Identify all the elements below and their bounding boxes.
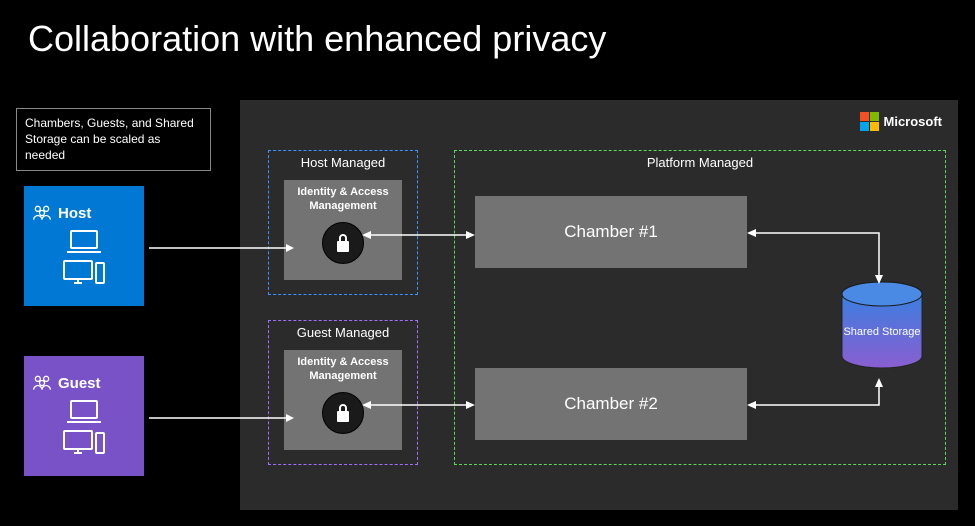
lock-icon: [322, 392, 364, 434]
host-managed-box: Host Managed Identity & Access Managemen…: [268, 150, 418, 295]
guest-iam-label: Identity & Access Management: [284, 356, 402, 384]
microsoft-logo: Microsoft: [860, 112, 943, 131]
desktop-icon: [60, 428, 108, 458]
host-label: Host: [58, 205, 91, 222]
lock-icon: [322, 222, 364, 264]
scale-note: Chambers, Guests, and Shared Storage can…: [16, 108, 211, 171]
arrow-host-to-iam: [144, 243, 294, 253]
host-managed-title: Host Managed: [301, 155, 386, 170]
people-icon: [32, 204, 52, 222]
chamber-2: Chamber #2: [475, 368, 747, 440]
platform-title: Platform Managed: [455, 155, 945, 170]
laptop-icon: [63, 228, 105, 256]
arrow-guest-to-iam: [144, 413, 294, 423]
guest-managed-title: Guest Managed: [297, 325, 390, 340]
host-iam-label: Identity & Access Management: [284, 186, 402, 214]
host-party: Host: [24, 186, 144, 306]
arrow-chamber1-storage: [747, 226, 887, 286]
guest-label: Guest: [58, 375, 101, 392]
storage-label: Shared Storage: [838, 326, 926, 339]
page-title: Collaboration with enhanced privacy: [28, 18, 606, 60]
arrow-iam-chamber2: [362, 398, 475, 412]
people-icon: [32, 374, 52, 392]
desktop-icon: [60, 258, 108, 288]
guest-managed-box: Guest Managed Identity & Access Manageme…: [268, 320, 418, 465]
arrow-chamber2-storage: [747, 378, 887, 412]
brand-name: Microsoft: [884, 114, 943, 129]
arrow-iam-chamber1: [362, 228, 475, 242]
guest-party: Guest: [24, 356, 144, 476]
shared-storage: Shared Storage: [838, 280, 926, 380]
chamber-1: Chamber #1: [475, 196, 747, 268]
microsoft-icon: [860, 112, 879, 131]
laptop-icon: [63, 398, 105, 426]
